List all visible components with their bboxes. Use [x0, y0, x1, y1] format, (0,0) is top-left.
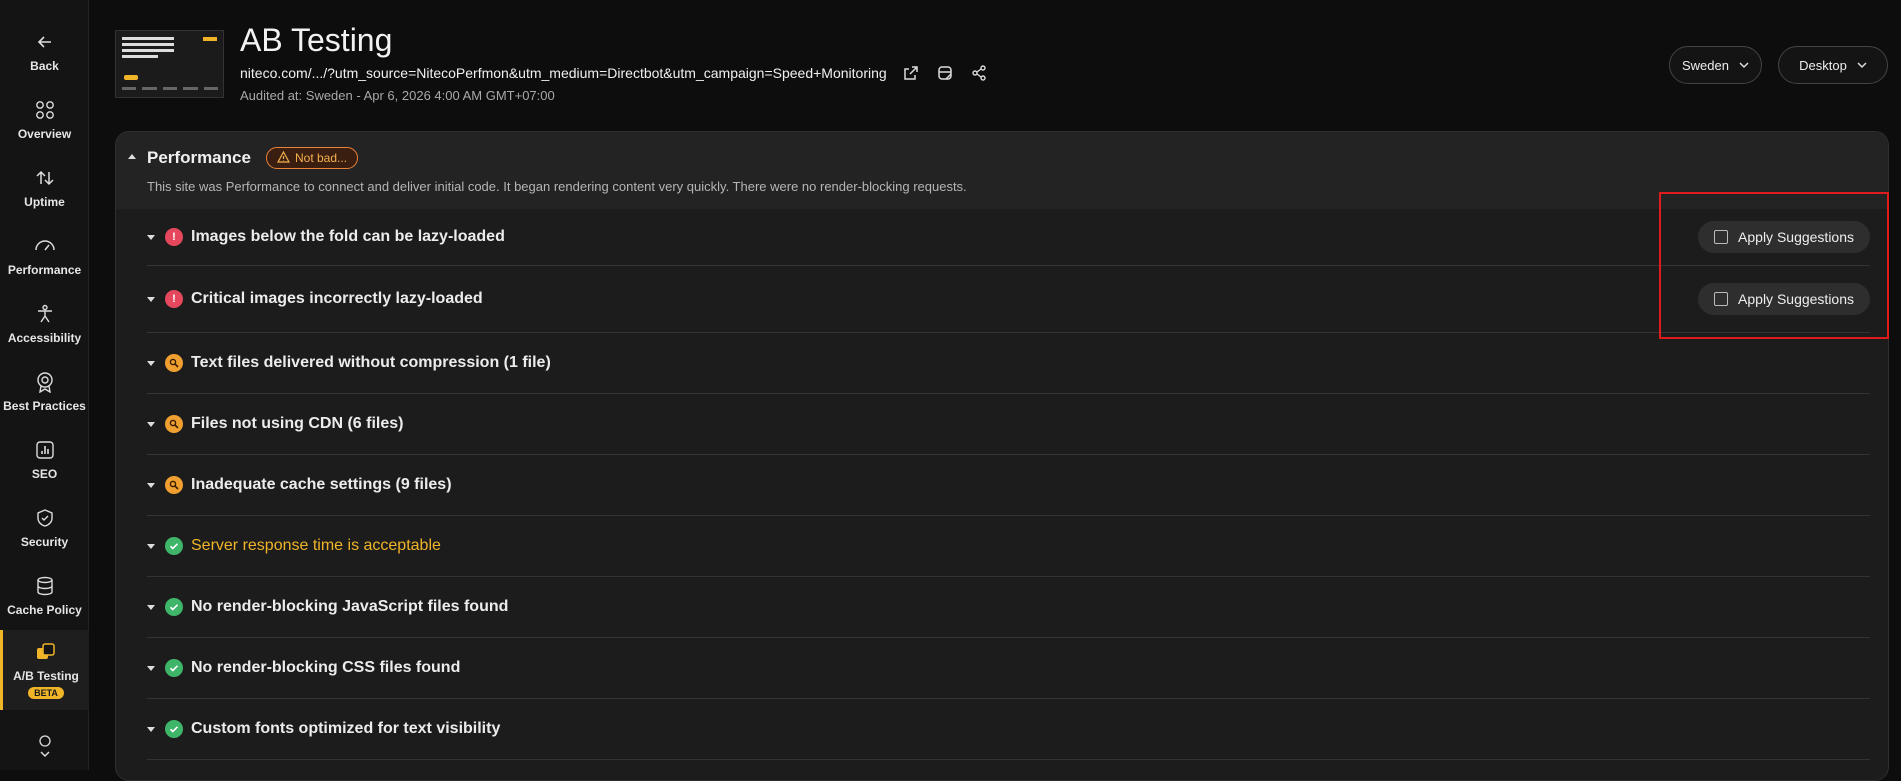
apply-suggestions-button[interactable]: Apply Suggestions	[1698, 221, 1870, 253]
audit-item-title: Files not using CDN (6 files)	[191, 415, 404, 432]
device-value: Desktop	[1799, 57, 1847, 73]
sidebar-item-label: Back	[30, 59, 59, 73]
audit-item-title: Custom fonts optimized for text visibili…	[191, 720, 501, 737]
up-down-arrows-icon	[34, 167, 56, 189]
sidebar-item-cache-policy[interactable]: Cache Policy	[0, 562, 89, 630]
chevron-down-icon	[34, 735, 56, 758]
caret-down-icon	[147, 726, 155, 732]
audit-item-title: No render-blocking JavaScript files foun…	[191, 598, 509, 615]
sidebar-item-seo[interactable]: SEO	[0, 426, 89, 494]
caret-down-icon	[147, 665, 155, 671]
person-icon	[34, 303, 56, 325]
beta-badge: BETA	[28, 687, 64, 699]
sidebar-item-security[interactable]: Security	[0, 494, 89, 562]
performance-panel: Performance Not bad... This site was Per…	[115, 131, 1889, 781]
apply-suggestions-checkbox[interactable]	[1714, 292, 1729, 306]
panel-title: Performance	[147, 148, 251, 167]
audit-item-title: No render-blocking CSS files found	[191, 659, 461, 676]
caret-down-icon	[147, 234, 155, 240]
sidebar-item-label: Uptime	[24, 195, 65, 209]
warning-icon	[165, 415, 183, 433]
sidebar-item-label: Overview	[17, 127, 72, 141]
sidebar-item-performance[interactable]: Performance	[0, 222, 89, 290]
apply-suggestions-label: Apply Suggestions	[1738, 291, 1854, 307]
shield-check-icon	[34, 507, 56, 529]
audit-item[interactable]: ! Images below the fold can be lazy-load…	[147, 209, 1870, 266]
edit-icon[interactable]	[935, 63, 955, 83]
ab-testing-icon	[35, 641, 57, 663]
caret-down-icon	[147, 360, 155, 366]
external-link-icon[interactable]	[901, 63, 921, 83]
chevron-down-icon	[1739, 58, 1749, 73]
speedometer-icon	[34, 235, 56, 257]
sidebar-item-best-practices[interactable]: Best Practices	[0, 358, 89, 426]
database-icon	[34, 575, 56, 597]
audit-item[interactable]: No render-blocking CSS files found	[147, 638, 1870, 699]
audit-item-title: Server response time is acceptable	[191, 537, 441, 554]
sidebar-item-back[interactable]: Back	[0, 18, 89, 86]
arrow-left-icon	[34, 31, 56, 53]
status-badge-label: Not bad...	[295, 151, 348, 165]
audit-item-title: Critical images incorrectly lazy-loaded	[191, 290, 483, 307]
share-icon[interactable]	[969, 63, 989, 83]
audited-at: Audited at: Sweden - Apr 6, 2026 4:00 AM…	[240, 88, 555, 103]
apply-suggestions-checkbox[interactable]	[1714, 230, 1729, 244]
warning-icon	[165, 354, 183, 372]
sidebar-item-label: Cache Policy	[7, 603, 82, 617]
page-title: AB Testing	[240, 22, 393, 58]
grid-icon	[34, 99, 56, 121]
bar-chart-icon	[34, 439, 56, 461]
audit-item-title: Text files delivered without compression…	[191, 354, 551, 371]
sidebar-item-label: Best Practices	[3, 399, 86, 413]
sidebar-item-label: SEO	[31, 467, 58, 481]
caret-down-icon	[147, 604, 155, 610]
apply-suggestions-label: Apply Suggestions	[1738, 229, 1854, 245]
check-icon	[165, 537, 183, 555]
check-icon	[165, 598, 183, 616]
sidebar-item-ab-testing[interactable]: A/B Testing BETA	[0, 630, 89, 710]
apply-suggestions-button[interactable]: Apply Suggestions	[1698, 283, 1870, 315]
url-line: niteco.com/.../?utm_source=NitecoPerfmon…	[240, 63, 989, 83]
audited-url: niteco.com/.../?utm_source=NitecoPerfmon…	[240, 65, 887, 81]
caret-down-icon	[147, 296, 155, 302]
sidebar: Back Overview Uptime Performance Accessi…	[0, 0, 89, 770]
warning-triangle-icon	[276, 150, 291, 166]
audit-item[interactable]: Server response time is acceptable	[147, 516, 1870, 577]
panel-header[interactable]: Performance Not bad... This site was Per…	[116, 132, 1888, 209]
sidebar-item-more[interactable]	[0, 722, 89, 770]
region-dropdown[interactable]: Sweden	[1669, 46, 1762, 84]
error-icon: !	[165, 228, 183, 246]
audit-item[interactable]: ! Critical images incorrectly lazy-loade…	[147, 266, 1870, 333]
audit-item-title: Inadequate cache settings (9 files)	[191, 476, 452, 493]
audit-item[interactable]: Text files delivered without compression…	[147, 333, 1870, 394]
caret-up-icon	[128, 154, 136, 159]
audit-item-title: Images below the fold can be lazy-loaded	[191, 228, 505, 245]
error-icon: !	[165, 290, 183, 308]
sidebar-item-overview[interactable]: Overview	[0, 86, 89, 154]
panel-description: This site was Performance to connect and…	[147, 179, 967, 194]
region-value: Sweden	[1682, 57, 1729, 73]
sidebar-item-label: Accessibility	[7, 331, 82, 345]
sidebar-item-label: Performance	[7, 263, 82, 277]
chevron-down-icon	[1857, 58, 1867, 73]
sidebar-item-label: Security	[20, 535, 69, 549]
caret-down-icon	[147, 482, 155, 488]
audit-item[interactable]: No render-blocking JavaScript files foun…	[147, 577, 1870, 638]
sidebar-item-label: A/B Testing	[13, 669, 79, 683]
check-icon	[165, 720, 183, 738]
caret-down-icon	[147, 421, 155, 427]
audit-item[interactable]: Custom fonts optimized for text visibili…	[147, 699, 1870, 760]
site-thumbnail	[115, 30, 224, 98]
caret-down-icon	[147, 543, 155, 549]
status-badge: Not bad...	[266, 147, 359, 169]
check-icon	[165, 659, 183, 677]
audit-item[interactable]: Inadequate cache settings (9 files)	[147, 455, 1870, 516]
award-icon	[34, 371, 56, 393]
audit-item[interactable]: Files not using CDN (6 files)	[147, 394, 1870, 455]
sidebar-item-accessibility[interactable]: Accessibility	[0, 290, 89, 358]
device-dropdown[interactable]: Desktop	[1778, 46, 1888, 84]
sidebar-item-uptime[interactable]: Uptime	[0, 154, 89, 222]
warning-icon	[165, 476, 183, 494]
